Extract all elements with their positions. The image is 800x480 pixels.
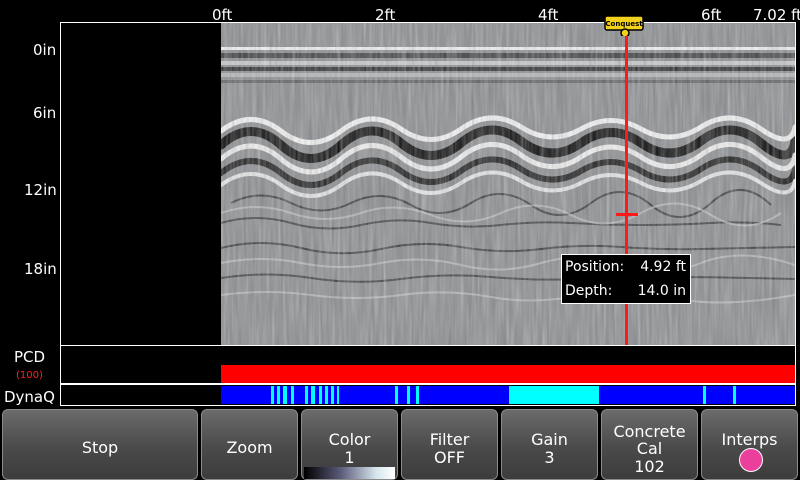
gain-button[interactable]: Gain 3 — [501, 409, 598, 480]
color-button-value: 1 — [344, 448, 355, 467]
interps-indicator-icon — [739, 448, 763, 472]
marker-label: Conquest — [605, 20, 643, 28]
color-palette-swatch — [304, 467, 395, 479]
concrete-cal-label-2: Cal — [636, 439, 663, 458]
position-label: Position: — [565, 259, 625, 275]
gain-button-label: Gain — [531, 430, 568, 449]
filter-button-value: OFF — [434, 448, 465, 467]
concrete-cal-button[interactable]: Concrete Cal 102 — [601, 409, 698, 480]
radargram-image — [221, 23, 795, 345]
pcd-sub-label: (100) — [16, 370, 43, 381]
interps-button-label: Interps — [721, 430, 778, 449]
dynaq-label: DynaQ — [4, 388, 55, 406]
stop-button-label: Stop — [81, 438, 119, 457]
color-button-label: Color — [328, 430, 371, 449]
depth-value: 14.0 in — [637, 283, 686, 299]
position-readout: Position: 4.92 ft — [565, 256, 686, 278]
filter-button-label: Filter — [429, 430, 470, 449]
stop-button[interactable]: Stop — [2, 409, 198, 480]
pcd-label: PCD — [14, 348, 46, 366]
color-button[interactable]: Color 1 — [301, 409, 398, 480]
zoom-button-label: Zoom — [226, 438, 273, 457]
cursor-readout: Position: 4.92 ft Depth: 14.0 in — [561, 254, 691, 304]
pcd-panel — [60, 345, 796, 384]
gain-button-value: 3 — [544, 448, 555, 467]
cart-position-marker[interactable]: Conquest — [603, 14, 645, 36]
radargram-view[interactable]: Position: 4.92 ft Depth: 14.0 in — [60, 22, 796, 346]
concrete-cal-value: 102 — [634, 457, 665, 476]
dynaq-panel — [60, 384, 796, 406]
depth-cursor-line[interactable] — [616, 213, 638, 216]
filter-button[interactable]: Filter OFF — [401, 409, 498, 480]
depth-label: Depth: — [565, 283, 613, 299]
depth-readout: Depth: 14.0 in — [565, 280, 686, 302]
interps-button[interactable]: Interps — [701, 409, 798, 480]
dynaq-quality-strip — [221, 386, 795, 404]
position-value: 4.92 ft — [640, 259, 686, 275]
zoom-button[interactable]: Zoom — [201, 409, 298, 480]
bottom-toolbar: Stop Zoom Color 1 Filter OFF Gain 3 Conc… — [0, 407, 800, 480]
pcd-signal-bar — [221, 365, 795, 383]
